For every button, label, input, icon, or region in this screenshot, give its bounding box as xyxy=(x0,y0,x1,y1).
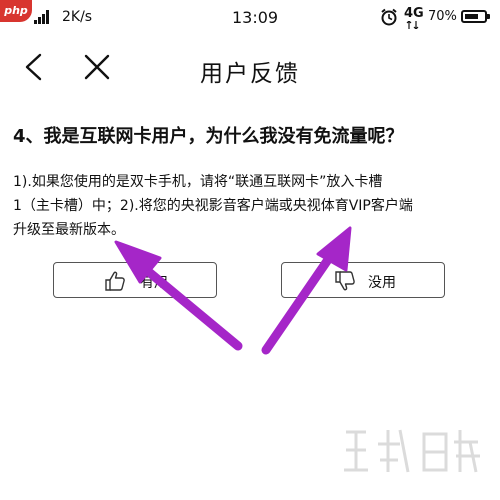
watermark-logo xyxy=(338,420,488,489)
answer-line: 1（主卡槽）中；2).将您的央视影音客户端或央视体育VIP客户端 xyxy=(13,198,413,214)
watermark-glyphs xyxy=(344,429,480,473)
data-arrows-icon xyxy=(406,21,419,29)
answer-line: 升级至最新版本。 xyxy=(13,222,125,238)
network-speed: 2K/s xyxy=(62,9,93,25)
header-bar: 用户反馈 xyxy=(0,40,500,96)
useless-button[interactable]: 没用 xyxy=(281,262,445,298)
php-watermark-badge: php xyxy=(0,0,32,22)
faq-answer: 1).如果您使用的是双卡手机，请将“联通互联网卡”放入卡槽 1（主卡槽）中；2)… xyxy=(13,170,483,242)
useless-label: 没用 xyxy=(368,275,396,291)
page-title: 用户反馈 xyxy=(200,61,300,87)
battery-percent: 70% xyxy=(428,9,457,24)
useful-button[interactable]: 有用 xyxy=(53,262,217,298)
faq-question: 4、我是互联网卡用户，为什么我没有免流量呢？ xyxy=(13,126,404,147)
status-time: 13:09 xyxy=(232,8,279,27)
battery-fill xyxy=(465,14,478,19)
thumbs-up-icon xyxy=(105,271,125,291)
battery-icon xyxy=(461,10,490,23)
answer-line: 1).如果您使用的是双卡手机，请将“联通互联网卡”放入卡槽 xyxy=(13,174,383,190)
useful-label: 有用 xyxy=(140,275,168,291)
status-bar: php 2K/s 13:09 4G 70% xyxy=(0,0,500,36)
thumbs-down-icon xyxy=(335,271,355,291)
signal-icon xyxy=(34,10,49,24)
alarm-icon xyxy=(381,8,397,26)
network-type: 4G xyxy=(404,6,424,21)
